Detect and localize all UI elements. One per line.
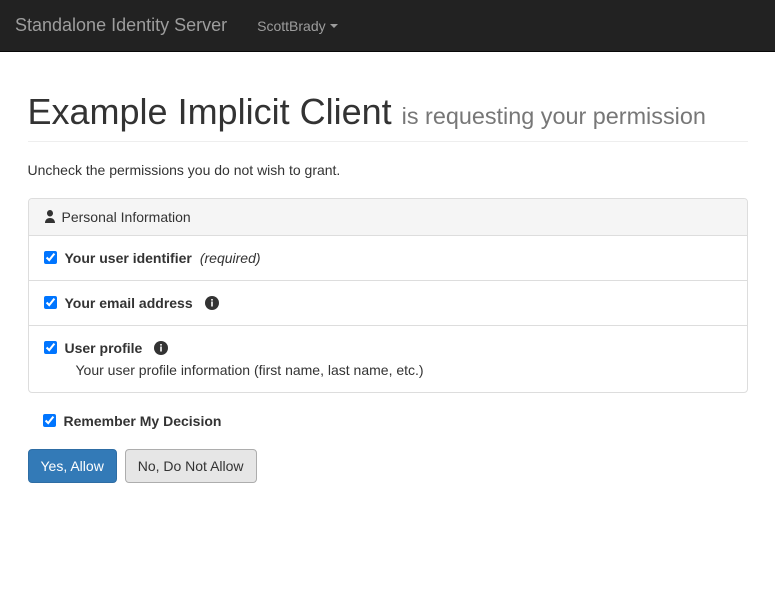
main-container: Example Implicit Client is requesting yo…: [13, 92, 763, 483]
panel-title: Personal Information: [62, 209, 191, 225]
scope-label: Your email address: [65, 295, 193, 311]
title-suffix: is requesting your permission: [402, 103, 706, 129]
navbar-brand[interactable]: Standalone Identity Server: [15, 0, 242, 51]
permissions-panel: Personal Information Your user identifie…: [28, 198, 748, 393]
allow-button[interactable]: Yes, Allow: [28, 449, 117, 483]
user-icon: [44, 210, 56, 223]
info-icon[interactable]: [154, 341, 168, 355]
page-header: Example Implicit Client is requesting yo…: [28, 92, 748, 142]
scope-checkbox-email[interactable]: [44, 296, 57, 309]
caret-down-icon: [330, 24, 338, 28]
instruction-text: Uncheck the permissions you do not wish …: [28, 162, 748, 178]
remember-label: Remember My Decision: [64, 413, 222, 429]
scope-label: User profile: [65, 340, 143, 356]
client-name: Example Implicit Client: [28, 91, 392, 132]
scope-item: User profile Your user profile informati…: [29, 325, 747, 392]
navbar: Standalone Identity Server ScottBrady: [0, 0, 775, 52]
scope-item: Your email address: [29, 280, 747, 325]
scope-checkbox-user-id[interactable]: [44, 251, 57, 264]
info-icon[interactable]: [205, 296, 219, 310]
remember-checkbox[interactable]: [43, 414, 56, 427]
user-dropdown[interactable]: ScottBrady: [242, 3, 352, 49]
scope-item: Your user identifier (required): [29, 236, 747, 280]
user-name: ScottBrady: [257, 18, 325, 34]
scope-required: (required): [200, 250, 261, 266]
remember-row: Remember My Decision: [43, 413, 748, 429]
scope-label: Your user identifier: [65, 250, 192, 266]
deny-button[interactable]: No, Do Not Allow: [125, 449, 257, 483]
panel-heading: Personal Information: [29, 199, 747, 236]
scope-description: Your user profile information (first nam…: [76, 362, 732, 378]
page-title: Example Implicit Client is requesting yo…: [28, 92, 748, 132]
scope-checkbox-profile[interactable]: [44, 341, 57, 354]
scope-list: Your user identifier (required) Your ema…: [29, 236, 747, 392]
buttons-row: Yes, Allow No, Do Not Allow: [28, 449, 748, 483]
